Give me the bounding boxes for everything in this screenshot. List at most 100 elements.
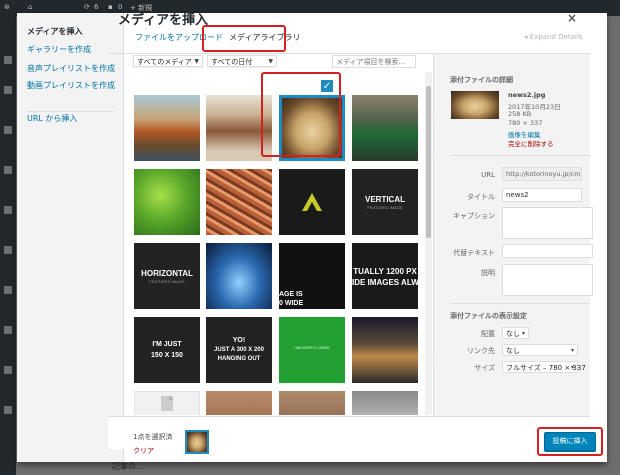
settings-icon[interactable] <box>4 406 12 414</box>
details-filename: news2.jpg <box>508 91 546 99</box>
tools-icon[interactable] <box>4 366 12 374</box>
url-label: URL <box>481 171 495 179</box>
checkmark-icon[interactable]: ✓ <box>320 79 334 93</box>
delete-permanently-link[interactable]: 完全に削除する <box>508 138 554 148</box>
insert-into-post-button[interactable]: 投稿に挿入 <box>544 432 596 451</box>
grid-scrollbar-thumb[interactable] <box>426 86 431 238</box>
grid-tile-14[interactable]: YO! JUST A 300 X 200 HANGING OUT <box>206 317 272 383</box>
grid-tile-15[interactable]: I AM WORTH LOVING <box>279 317 345 383</box>
description-label: 説明 <box>481 269 495 277</box>
grid-tile-6[interactable] <box>206 169 272 235</box>
link-to-select[interactable]: なし ▾ <box>502 344 578 356</box>
display-settings-heading: 添付ファイルの表示設定 <box>450 312 527 320</box>
media-toolbar <box>108 416 590 449</box>
posts-icon[interactable] <box>4 86 12 94</box>
grid-tile-8[interactable]: VERTICAL FEATURED IMAGE <box>352 169 418 235</box>
home-icon[interactable]: ⌂ <box>28 3 32 11</box>
menu-audio-playlist[interactable]: 音声プレイリストを作成 <box>27 63 115 74</box>
expand-details-link[interactable]: ◂ Expand Details <box>524 33 582 41</box>
wide-image-sublabel: IDE IMAGES ALW <box>352 278 418 287</box>
backdrop-text: 記事の... <box>112 462 144 471</box>
small-image-sublabel: 150 X 150 <box>151 352 183 359</box>
alt-text-field[interactable] <box>502 244 593 258</box>
appearance-icon[interactable] <box>4 246 12 254</box>
details-thumbnail <box>451 91 499 119</box>
menu-video-playlist[interactable]: 動画プレイリストを作成 <box>27 80 115 91</box>
grid-tile-20[interactable] <box>352 391 418 415</box>
menu-insert-from-url[interactable]: URL から挿入 <box>27 113 77 124</box>
clear-selection-link[interactable]: クリア <box>133 446 154 456</box>
caption-label: キャプション <box>453 212 495 220</box>
title-field[interactable]: news2 <box>502 188 582 202</box>
media-type-filter[interactable]: すべてのメディア ▼ <box>133 55 203 67</box>
link-to-value: なし <box>506 347 520 355</box>
chevron-down-icon: ▾ <box>570 347 574 354</box>
wp-logo-icon[interactable]: ⊛ <box>4 3 10 11</box>
plugins-icon[interactable] <box>4 286 12 294</box>
caption-field[interactable] <box>502 207 593 239</box>
details-dimensions: 780 × 337 <box>508 119 543 127</box>
grid-tile-7[interactable] <box>279 169 345 235</box>
grid-tile-18[interactable] <box>206 391 272 415</box>
grid-tile-12[interactable]: TUALLY 1200 PX IDE IMAGES ALW <box>352 243 418 309</box>
wide-image-label: TUALLY 1200 PX <box>353 267 417 276</box>
media-search-input[interactable] <box>332 55 416 68</box>
align-value: なし <box>506 330 520 338</box>
comments-icon[interactable]: ▪ <box>108 3 113 11</box>
chevron-down-icon: ▼ <box>268 58 273 65</box>
image-is-label: AGE IS <box>279 291 303 298</box>
vertical-image-label: VERTICAL <box>365 195 405 204</box>
details-divider <box>450 155 590 156</box>
menu-insert-media[interactable]: メディアを挿入 <box>27 26 82 37</box>
grid-tile-4[interactable] <box>352 95 418 161</box>
chevron-down-icon: ▾ <box>570 364 574 371</box>
admin-sidebar <box>0 16 16 475</box>
close-icon[interactable]: × <box>567 11 577 25</box>
size-label: サイズ <box>474 364 495 372</box>
details-heading: 添付ファイルの詳細 <box>450 76 513 84</box>
dashboard-icon[interactable] <box>4 56 12 64</box>
users-icon[interactable] <box>4 326 12 334</box>
expand-details-label: Expand Details <box>529 33 583 41</box>
selection-thumbnail[interactable] <box>185 430 209 454</box>
vertical-image-sublabel: FEATURED IMAGE <box>367 205 403 210</box>
tab-highlight-box <box>202 25 286 52</box>
grid-tile-13[interactable]: I'M JUST 150 X 150 <box>134 317 200 383</box>
grid-tile-19[interactable] <box>279 391 345 415</box>
pages-icon[interactable] <box>4 166 12 174</box>
menu-separator <box>27 111 113 112</box>
image-is-sublabel: 0 WIDE <box>279 300 304 307</box>
triforce-thumb <box>302 193 322 211</box>
chevron-down-icon: ▾ <box>521 330 525 337</box>
description-field[interactable] <box>502 264 593 296</box>
updates-icon[interactable]: ⟳ <box>84 3 90 11</box>
media-type-value: すべてのメディア <box>137 58 192 66</box>
url-field[interactable]: http://kotorinoyu.jp/cms/wp- <box>502 167 582 181</box>
document-icon <box>161 396 173 411</box>
worth-loving-label: I AM WORTH LOVING <box>294 346 330 350</box>
size-select[interactable]: フルサイズ – 780 × 337 ▾ <box>502 361 586 373</box>
grid-tile-9[interactable]: HORIZONTAL FEATURED IMAGE <box>134 243 200 309</box>
hanging-out-label: YO! <box>232 337 246 344</box>
media-icon[interactable] <box>4 126 12 134</box>
comments-menu-icon[interactable] <box>4 206 12 214</box>
grid-tile-1[interactable] <box>134 95 200 161</box>
align-label: 配置 <box>481 330 495 338</box>
grid-tile-5[interactable] <box>134 169 200 235</box>
display-divider <box>450 303 590 304</box>
date-filter-value: すべての日付 <box>211 58 253 66</box>
small-image-label: I'M JUST <box>152 341 182 348</box>
grid-tile-16[interactable] <box>352 317 418 383</box>
align-select[interactable]: なし ▾ <box>502 327 529 339</box>
grid-tile-17[interactable]: originaldicielandia <box>134 391 200 415</box>
grid-tile-10[interactable] <box>206 243 272 309</box>
date-filter[interactable]: すべての日付 ▼ <box>207 55 277 67</box>
alt-text-label: 代替テキスト <box>453 249 495 257</box>
selection-count: 1点を選択済 <box>133 433 173 441</box>
title-label: タイトル <box>467 193 495 201</box>
hanging-out-sublabel: JUST A 300 X 200 <box>214 347 264 353</box>
horizontal-image-sublabel: FEATURED IMAGE <box>149 279 185 284</box>
menu-create-gallery[interactable]: ギャラリーを作成 <box>27 44 91 55</box>
grid-tile-11[interactable]: AGE IS 0 WIDE <box>279 243 345 309</box>
details-filesize: 258 KB <box>508 110 532 118</box>
